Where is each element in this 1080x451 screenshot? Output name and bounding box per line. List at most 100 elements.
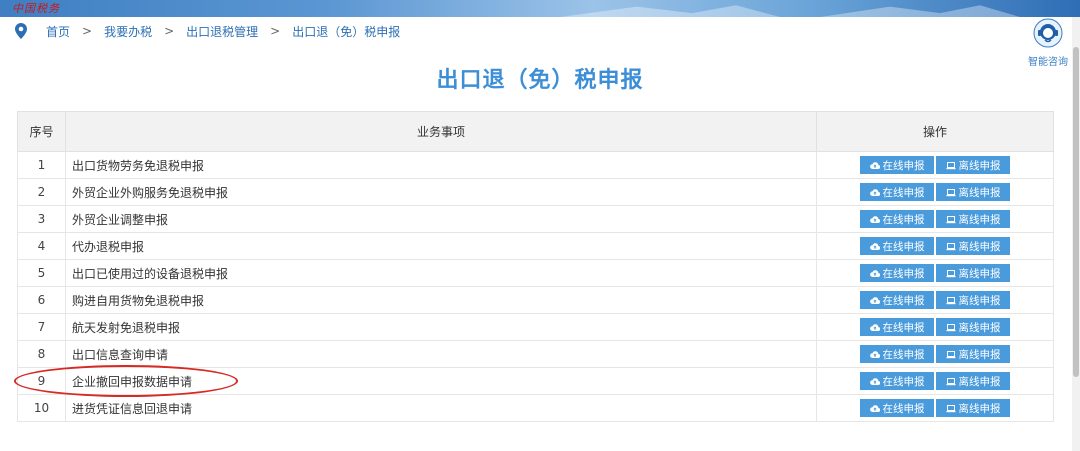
- offline-declare-button[interactable]: 离线申报: [936, 156, 1010, 174]
- row-number: 6: [17, 286, 66, 314]
- offline-declare-label: 离线申报: [958, 186, 1001, 199]
- table-row: 8 出口信息查询申请 在线申报 离线申报: [17, 340, 1054, 368]
- cloud-upload-icon: [869, 188, 880, 196]
- page-title: 出口退（免）税申报: [436, 68, 644, 93]
- breadcrumb-export-refund[interactable]: 出口退税管理: [186, 23, 258, 40]
- offline-declare-button[interactable]: 离线申报: [936, 318, 1010, 336]
- online-declare-button[interactable]: 在线申报: [860, 318, 934, 336]
- column-header-item: 业务事项: [65, 111, 817, 152]
- online-declare-label: 在线申报: [882, 321, 925, 334]
- smart-consult-button[interactable]: 智能咨询: [1024, 18, 1072, 68]
- offline-declare-button[interactable]: 离线申报: [936, 345, 1010, 363]
- cloud-upload-icon: [869, 242, 880, 250]
- row-number: 2: [17, 178, 66, 206]
- offline-declare-button[interactable]: 离线申报: [936, 210, 1010, 228]
- row-actions: 在线申报 离线申报: [816, 178, 1054, 206]
- online-declare-label: 在线申报: [882, 348, 925, 361]
- online-declare-button[interactable]: 在线申报: [860, 237, 934, 255]
- online-declare-button[interactable]: 在线申报: [860, 372, 934, 390]
- row-actions: 在线申报 离线申报: [816, 232, 1054, 260]
- laptop-icon: [946, 296, 955, 304]
- scrollbar-thumb[interactable]: [1073, 47, 1079, 377]
- row-actions: 在线申报 离线申报: [816, 151, 1054, 179]
- online-declare-label: 在线申报: [882, 213, 925, 226]
- offline-declare-label: 离线申报: [958, 267, 1001, 280]
- online-declare-label: 在线申报: [882, 267, 925, 280]
- row-number: 4: [17, 232, 66, 260]
- row-item-name: 购进自用货物免退税申报: [65, 286, 817, 314]
- row-actions: 在线申报 离线申报: [816, 205, 1054, 233]
- online-declare-label: 在线申报: [882, 375, 925, 388]
- online-declare-button[interactable]: 在线申报: [860, 210, 934, 228]
- online-declare-label: 在线申报: [882, 159, 925, 172]
- online-declare-button[interactable]: 在线申报: [860, 183, 934, 201]
- online-declare-label: 在线申报: [882, 186, 925, 199]
- site-logo[interactable]: 中国税务: [12, 0, 60, 16]
- online-declare-label: 在线申报: [882, 402, 925, 415]
- online-declare-button[interactable]: 在线申报: [860, 345, 934, 363]
- row-actions: 在线申报 离线申报: [816, 313, 1054, 341]
- offline-declare-label: 离线申报: [958, 348, 1001, 361]
- row-actions: 在线申报 离线申报: [816, 367, 1054, 395]
- offline-declare-label: 离线申报: [958, 213, 1001, 226]
- table-row: 7 航天发射免退税申报 在线申报 离线申报: [17, 313, 1054, 341]
- online-declare-label: 在线申报: [882, 240, 925, 253]
- online-declare-button[interactable]: 在线申报: [860, 156, 934, 174]
- laptop-icon: [946, 269, 955, 277]
- laptop-icon: [946, 215, 955, 223]
- row-number: 7: [17, 313, 66, 341]
- offline-declare-label: 离线申报: [958, 294, 1001, 307]
- row-number: 1: [17, 151, 66, 179]
- row-item-name: 出口信息查询申请: [65, 340, 817, 368]
- offline-declare-button[interactable]: 离线申报: [936, 291, 1010, 309]
- laptop-icon: [946, 404, 955, 412]
- online-declare-button[interactable]: 在线申报: [860, 399, 934, 417]
- offline-declare-label: 离线申报: [958, 375, 1001, 388]
- offline-declare-button[interactable]: 离线申报: [936, 183, 1010, 201]
- banner-decoration: [820, 5, 1020, 17]
- cloud-upload-icon: [869, 296, 880, 304]
- breadcrumb-separator: >: [164, 24, 175, 38]
- breadcrumb-tax-services[interactable]: 我要办税: [104, 23, 152, 40]
- online-declare-label: 在线申报: [882, 294, 925, 307]
- breadcrumb: 首页 > 我要办税 > 出口退税管理 > 出口退（免）税申报: [14, 22, 400, 40]
- row-number: 10: [17, 394, 66, 422]
- table-row: 9 企业撤回申报数据申请 在线申报 离线申报: [17, 367, 1054, 395]
- row-item-name: 出口已使用过的设备退税申报: [65, 259, 817, 287]
- row-number: 8: [17, 340, 66, 368]
- offline-declare-button[interactable]: 离线申报: [936, 399, 1010, 417]
- cloud-upload-icon: [869, 161, 880, 169]
- row-item-name: 企业撤回申报数据申请: [65, 367, 817, 395]
- row-item-name: 外贸企业调整申报: [65, 205, 817, 233]
- cloud-upload-icon: [869, 350, 880, 358]
- cloud-upload-icon: [869, 215, 880, 223]
- table-row: 4 代办退税申报 在线申报 离线申报: [17, 232, 1054, 260]
- offline-declare-button[interactable]: 离线申报: [936, 372, 1010, 390]
- laptop-icon: [946, 350, 955, 358]
- offline-declare-label: 离线申报: [958, 240, 1001, 253]
- offline-declare-label: 离线申报: [958, 159, 1001, 172]
- online-declare-button[interactable]: 在线申报: [860, 264, 934, 282]
- table-row: 10 进货凭证信息回退申请 在线申报 离线申报: [17, 394, 1054, 422]
- online-declare-button[interactable]: 在线申报: [860, 291, 934, 309]
- offline-declare-label: 离线申报: [958, 402, 1001, 415]
- cloud-upload-icon: [869, 404, 880, 412]
- offline-declare-label: 离线申报: [958, 321, 1001, 334]
- vertical-scrollbar[interactable]: [1072, 17, 1080, 451]
- breadcrumb-current[interactable]: 出口退（免）税申报: [292, 23, 400, 40]
- breadcrumb-home[interactable]: 首页: [46, 23, 70, 40]
- laptop-icon: [946, 323, 955, 331]
- laptop-icon: [946, 377, 955, 385]
- declaration-table: 序号 业务事项 操作 1 出口货物劳务免退税申报 在线申报 离线申报 2 外贸企业外购服务…: [17, 111, 1054, 422]
- location-pin-icon: [15, 23, 27, 39]
- offline-declare-button[interactable]: 离线申报: [936, 264, 1010, 282]
- row-number: 5: [17, 259, 66, 287]
- offline-declare-button[interactable]: 离线申报: [936, 237, 1010, 255]
- row-number: 9: [17, 367, 66, 395]
- table-row: 6 购进自用货物免退税申报 在线申报 离线申报: [17, 286, 1054, 314]
- laptop-icon: [946, 188, 955, 196]
- laptop-icon: [946, 242, 955, 250]
- row-item-name: 代办退税申报: [65, 232, 817, 260]
- row-actions: 在线申报 离线申报: [816, 394, 1054, 422]
- column-header-number: 序号: [17, 111, 66, 152]
